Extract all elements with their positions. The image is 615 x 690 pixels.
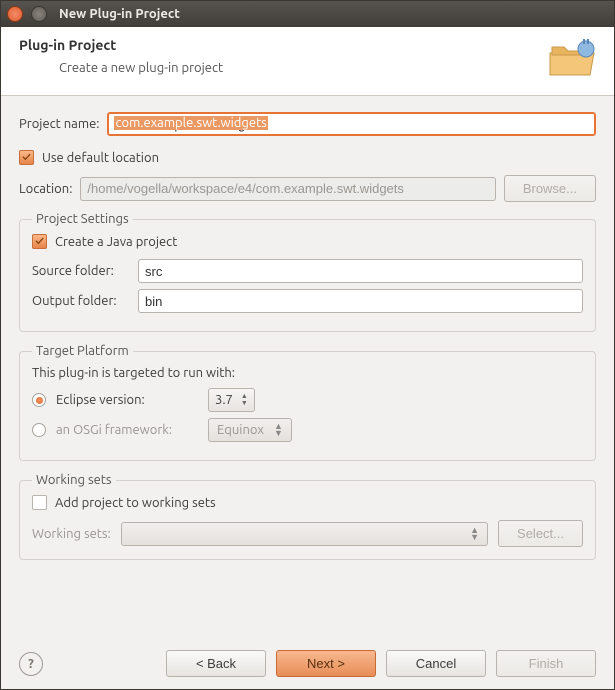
select-working-sets-button: Select... (498, 520, 583, 547)
eclipse-version-spinner[interactable]: 3.7 ▲▼ (208, 388, 255, 412)
page-title: Plug-in Project (19, 37, 223, 53)
working-sets-legend: Working sets (32, 473, 116, 487)
working-sets-label: Working sets: (32, 527, 111, 541)
create-java-project-checkbox[interactable] (32, 234, 47, 249)
titlebar: New Plug-in Project (1, 1, 614, 27)
eclipse-version-value: 3.7 (215, 393, 233, 407)
location-input (80, 177, 495, 201)
output-folder-input[interactable] (138, 289, 583, 313)
close-icon[interactable] (7, 6, 23, 22)
osgi-framework-radio[interactable] (32, 423, 46, 437)
source-folder-input[interactable] (138, 259, 583, 283)
minimize-icon[interactable] (31, 6, 47, 22)
chevron-updown-icon: ▲▼ (470, 527, 479, 541)
target-platform-group: Target Platform This plug-in is targeted… (19, 344, 596, 461)
create-java-project-label: Create a Java project (55, 235, 177, 249)
project-name-input[interactable] (107, 112, 596, 136)
use-default-location-label: Use default location (42, 151, 159, 165)
source-folder-label: Source folder: (32, 264, 128, 278)
target-platform-desc: This plug-in is targeted to run with: (32, 366, 583, 380)
wizard-footer: ? < Back Next > Cancel Finish (1, 640, 614, 681)
add-to-working-sets-checkbox[interactable] (32, 495, 47, 510)
eclipse-version-label: Eclipse version: (56, 393, 198, 407)
page-subtitle: Create a new plug-in project (59, 61, 223, 75)
output-folder-label: Output folder: (32, 294, 128, 308)
osgi-framework-value: Equinox (217, 423, 264, 437)
use-default-location-checkbox[interactable] (19, 150, 34, 165)
project-settings-group: Project Settings Create a Java project S… (19, 212, 596, 332)
location-label: Location: (19, 182, 72, 196)
osgi-framework-combo: Equinox ▲▼ (208, 418, 292, 442)
folder-plug-icon (548, 39, 596, 79)
browse-button: Browse... (504, 175, 596, 202)
next-button[interactable]: Next > (276, 650, 376, 677)
wizard-banner: Plug-in Project Create a new plug-in pro… (1, 27, 614, 96)
osgi-framework-label: an OSGi framework: (56, 423, 198, 437)
finish-button: Finish (496, 650, 596, 677)
working-sets-combo: ▲▼ (121, 522, 488, 546)
project-settings-legend: Project Settings (32, 212, 133, 226)
window-title: New Plug-in Project (59, 7, 180, 21)
cancel-button[interactable]: Cancel (386, 650, 486, 677)
back-button[interactable]: < Back (166, 650, 266, 677)
project-name-label: Project name: (19, 117, 99, 131)
spinner-arrows-icon[interactable]: ▲▼ (241, 393, 248, 407)
eclipse-version-radio[interactable] (32, 393, 46, 407)
target-platform-legend: Target Platform (32, 344, 133, 358)
working-sets-group: Working sets Add project to working sets… (19, 473, 596, 560)
add-to-working-sets-label: Add project to working sets (55, 496, 216, 510)
help-icon[interactable]: ? (19, 652, 43, 676)
chevron-updown-icon: ▲▼ (274, 423, 283, 437)
